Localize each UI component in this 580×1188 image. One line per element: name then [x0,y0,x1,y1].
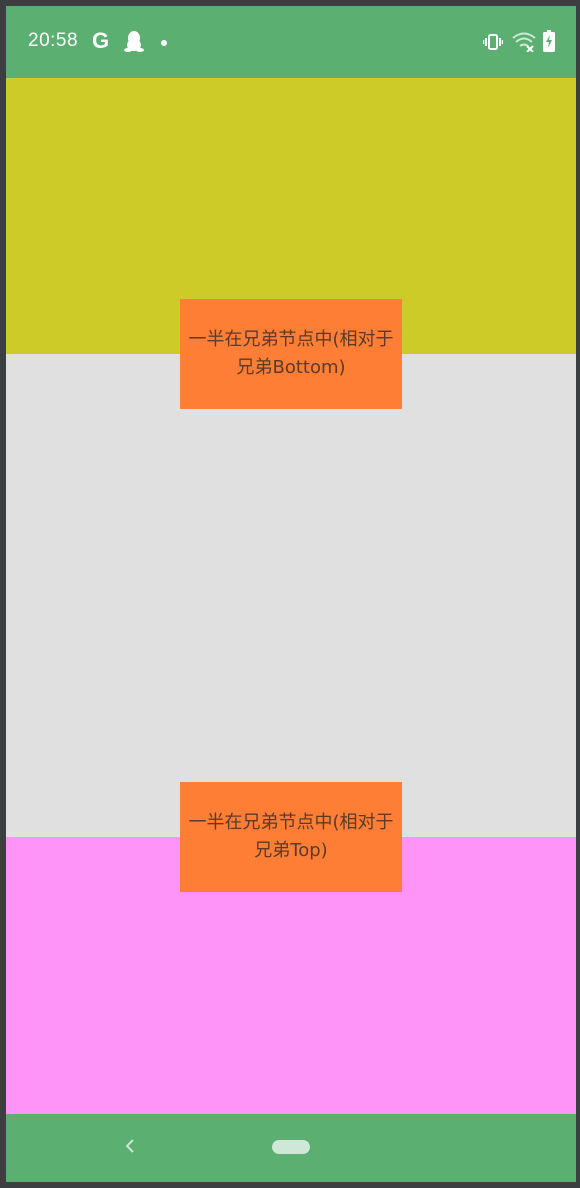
notification-dot-icon [161,40,167,46]
home-pill-button[interactable] [272,1140,310,1154]
half-in-sibling-top-box: 一半在兄弟节点中(相对于 兄弟Top) [180,782,402,892]
box-bottom-line1: 一半在兄弟节点中(相对于 [188,812,394,833]
box-top-line1: 一半在兄弟节点中(相对于 [188,329,394,350]
half-in-sibling-bottom-box: 一半在兄弟节点中(相对于 兄弟Bottom) [180,299,402,409]
content-area: 一半在兄弟节点中(相对于 兄弟Bottom) 一半在兄弟节点中(相对于 兄弟To… [6,78,576,1114]
box-top-line2: 兄弟Bottom) [236,357,346,378]
device-screen: 20:58 G 一半在兄弟节点中(相对于 兄弟Bottom) 一半在兄弟节点中(… [6,6,576,1182]
battery-charging-icon [543,30,555,52]
back-chevron-icon [125,1139,134,1153]
qq-penguin-icon [124,30,144,52]
vibrate-icon [483,34,503,50]
box-bottom-line2: 兄弟Top) [254,840,328,861]
device-frame: 20:58 G 一半在兄弟节点中(相对于 兄弟Bottom) 一半在兄弟节点中(… [0,0,580,1188]
navigation-bar [6,1114,576,1182]
wifi-off-icon [512,32,536,52]
back-button[interactable] [118,1134,142,1158]
google-g-icon: G [92,28,110,53]
status-time: 20:58 [28,30,79,51]
status-bar: 20:58 G [6,6,576,78]
